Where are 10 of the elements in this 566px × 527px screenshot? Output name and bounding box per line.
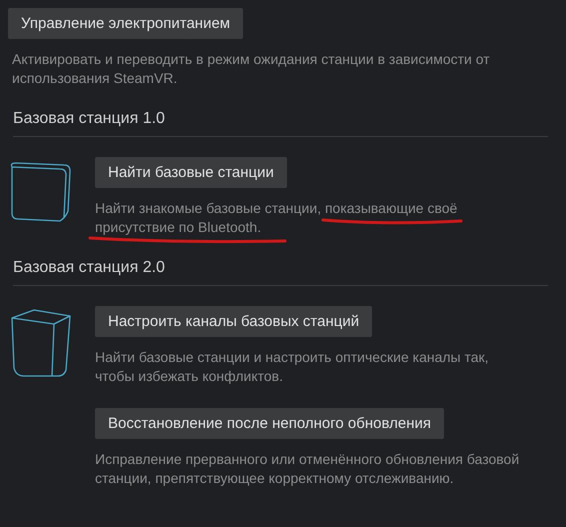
action-button[interactable]: Настроить каналы базовых станций <box>95 306 372 337</box>
action-button[interactable]: Восстановление после неполного обновления <box>95 408 444 439</box>
action-description: Найти базовые станции и настроить оптические каналы так, чтобы избежать конфликтов. <box>95 348 490 386</box>
action-button[interactable]: Управление электропитанием <box>8 8 244 39</box>
section-heading: Базовая станция 1.0 <box>13 110 548 137</box>
action-description: Активировать и переводить в режим ожидания станции в зависимости от использования SteamVR. <box>12 50 491 88</box>
action-button[interactable]: Найти базовые станции <box>95 157 287 188</box>
section-heading: Базовая станция 2.0 <box>13 259 548 286</box>
action-description: Найти знакомые базовые станции, показывающие своё присутствие по Bluetooth. <box>95 199 525 237</box>
action-description: Исправление прерванного или отменённого обновления базовой станции, препятствующее корректному отслеживанию. <box>95 450 520 488</box>
